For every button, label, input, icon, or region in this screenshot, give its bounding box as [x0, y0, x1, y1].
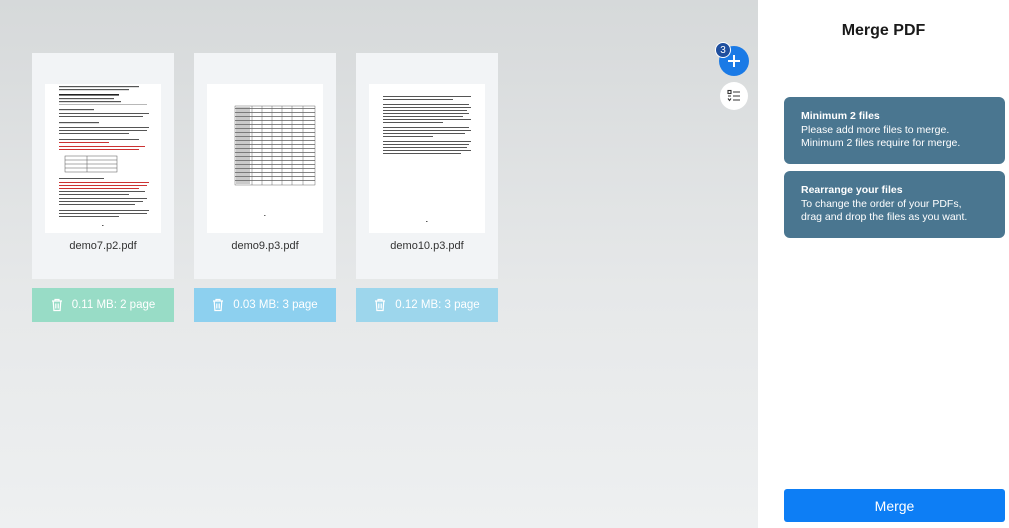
file-name: demo7.p2.pdf — [69, 240, 137, 252]
sidebar-title: Merge PDF — [841, 22, 926, 39]
trash-icon[interactable] — [374, 298, 386, 312]
file-name: demo9.p3.pdf — [231, 240, 299, 252]
merge-button[interactable]: Merge — [784, 489, 1005, 522]
file-size-pages: 0.12 MB: 3 page — [395, 299, 480, 311]
sort-list-icon — [727, 89, 740, 102]
file-card[interactable]: demo9.p3.pdf — [194, 53, 336, 279]
trash-icon[interactable] — [212, 298, 224, 312]
file-info-bar[interactable]: 0.12 MB: 3 page — [356, 288, 498, 322]
file-workspace: demo7.p2.pdf 0.11 MB: 2 page demo9.p3.pd… — [0, 0, 758, 528]
pdf-thumbnail — [369, 84, 485, 233]
file-name: demo10.p3.pdf — [390, 240, 464, 252]
trash-icon[interactable] — [51, 298, 63, 312]
file-size-pages: 0.03 MB: 3 page — [233, 299, 318, 311]
tip-rearrange-files: Rearrange your files To change the order… — [784, 171, 1005, 238]
file-info-bar[interactable]: 0.11 MB: 2 page — [32, 288, 174, 322]
tip-text: To change the order of your PDFs, — [801, 197, 962, 210]
tip-text: Minimum 2 files require for merge. — [801, 137, 961, 149]
file-size-pages: 0.11 MB: 2 page — [71, 299, 156, 311]
sort-files-button[interactable] — [720, 82, 748, 110]
tip-minimum-files: Minimum 2 files Please add more files to… — [784, 97, 1005, 164]
pdf-thumbnail — [45, 84, 161, 233]
tip-text: drag and drop the files as you want. — [801, 211, 968, 223]
file-card[interactable]: demo7.p2.pdf — [32, 53, 174, 279]
tip-title: Rearrange your files — [801, 184, 903, 196]
file-info-bar[interactable]: 0.03 MB: 3 page — [194, 288, 336, 322]
file-count-badge: 3 — [715, 42, 731, 58]
plus-icon — [728, 55, 740, 67]
merge-sidebar: Merge PDF Minimum 2 files Please add mor… — [758, 0, 1009, 528]
tip-text: Please add more files to merge. — [801, 123, 950, 136]
file-card[interactable]: demo10.p3.pdf — [356, 53, 498, 279]
pdf-thumbnail — [207, 84, 323, 233]
tip-title: Minimum 2 files — [801, 110, 880, 122]
